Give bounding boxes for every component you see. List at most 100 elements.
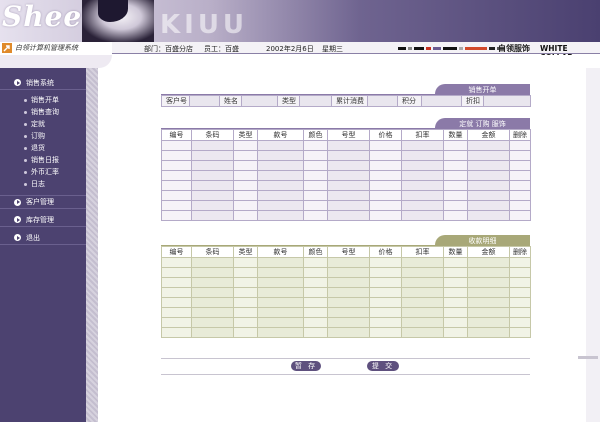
sidebar-group-label: 销售系统 [26,78,54,87]
table-row[interactable] [161,160,531,171]
col-qty: 数量 [443,246,468,258]
sidebar-group-sales[interactable]: 销售系统 [0,76,86,90]
col-rate: 扣率 [401,246,444,258]
table-row[interactable] [161,200,531,211]
col-rate: 扣率 [401,129,444,141]
col-barcode: 条码 [191,129,234,141]
discount-input[interactable] [483,95,531,107]
arrow-icon [2,43,12,53]
col-color: 颜色 [303,129,328,141]
sidebar-item-label: 销售日报 [31,156,59,164]
table-row[interactable] [161,170,531,181]
dot-icon [24,98,27,102]
staff-label: 员工：百盛 [204,45,239,53]
points-input[interactable] [421,95,462,107]
dot-icon [24,110,27,114]
sidebar-group-exit[interactable]: 退出 [0,231,86,245]
sidebar-group-customer[interactable]: 客户管理 [0,195,86,209]
col-style: 款号 [257,129,304,141]
col-price: 价格 [369,129,402,141]
decorative-color-strip [398,47,505,50]
col-style: 款号 [257,246,304,258]
total-spent-label: 累计消费 [331,95,368,107]
scroll-thumb[interactable] [578,356,598,359]
type-label: 类型 [277,95,300,107]
sidebar-item-label: 退货 [31,144,45,152]
header-banner: Shee's KIUU [0,0,600,42]
sidebar: 销售系统 销售开单 销售查询 定就 订购 退货 销售日报 外币汇率 日志 客户管… [0,68,86,422]
table-row[interactable] [161,210,531,221]
right-scroll-area [586,68,600,422]
info-bar: 白领计算机管理系统 部门：百盛分店 员工：百盛 2002年2月6日 星期三 白领… [0,42,600,62]
sidebar-item-label: 日志 [31,180,45,188]
sidebar-group-inventory[interactable]: 库存管理 [0,213,86,227]
sidebar-item-exchange-rate[interactable]: 外币汇率 [0,166,86,178]
dot-icon [24,158,27,162]
table-row[interactable] [161,257,531,268]
arrow-bullet-icon [14,79,21,86]
sidebar-item-label: 销售开单 [31,96,59,104]
arrow-bullet-icon [14,198,21,206]
dot-icon [24,170,27,174]
brand-cn: 白领服饰 [498,44,530,53]
type-input[interactable] [299,95,332,107]
table-row[interactable] [161,277,531,288]
sidebar-item-sale-order[interactable]: 销售开单 [0,94,86,106]
sidebar-item-order[interactable]: 订购 [0,130,86,142]
receipt-items-table: 编号 条码 类型 款号 颜色 号型 价格 扣率 数量 金额 删除 [161,246,531,338]
table-row[interactable] [161,317,531,328]
col-qty: 数量 [443,129,468,141]
col-type: 类型 [233,129,258,141]
save-draft-button[interactable]: 暂 存 [291,361,321,371]
sale-items-table: 编号 条码 类型 款号 颜色 号型 价格 扣率 数量 金额 删除 [161,129,531,221]
col-type: 类型 [233,246,258,258]
table-row[interactable] [161,140,531,151]
dot-icon [24,122,27,126]
button-bar-bottom-rule [161,374,530,375]
table-row[interactable] [161,327,531,338]
table-row[interactable] [161,287,531,298]
dot-icon [24,146,27,150]
store-label: 部门：百盛分店 [144,45,193,53]
system-name: 白领计算机管理系统 [15,44,78,52]
total-spent-input[interactable] [367,95,398,107]
col-delete: 删除 [509,129,531,141]
col-id: 编号 [161,246,192,258]
sidebar-item-label: 外币汇率 [31,168,59,176]
sidebar-item-deposit[interactable]: 定就 [0,118,86,130]
date-label: 2002年2月6日 [266,45,314,53]
table-row[interactable] [161,190,531,201]
sidebar-item-sale-query[interactable]: 销售查询 [0,106,86,118]
sidebar-group-label: 退出 [26,233,40,242]
sidebar-item-label: 订购 [31,132,45,140]
banner-ghost-text: KIUU [160,10,249,40]
system-title: 白领计算机管理系统 [0,42,112,54]
sidebar-item-return[interactable]: 退货 [0,142,86,154]
table-row[interactable] [161,150,531,161]
arrow-bullet-icon [14,216,21,223]
discount-label: 折扣 [461,95,484,107]
table-row[interactable] [161,307,531,318]
customer-info-table: 客户号 姓名 类型 累计消费 积分 折扣 [161,95,531,107]
customer-no-label: 客户号 [161,95,190,107]
dot-icon [24,182,27,186]
table-header-row: 编号 条码 类型 款号 颜色 号型 价格 扣率 数量 金额 删除 [161,246,531,258]
submit-button[interactable]: 提 交 [367,361,399,371]
weekday-label: 星期三 [322,45,343,53]
sidebar-item-daily-report[interactable]: 销售日报 [0,154,86,166]
sidebar-group-label: 库存管理 [26,215,54,224]
name-label: 姓名 [219,95,242,107]
name-input[interactable] [241,95,278,107]
table-row[interactable] [161,180,531,191]
col-color: 颜色 [303,246,328,258]
table-header-row: 编号 条码 类型 款号 颜色 号型 价格 扣率 数量 金额 删除 [161,129,531,141]
col-amount: 金额 [467,129,510,141]
table-row[interactable] [161,297,531,308]
sidebar-cap [0,55,112,68]
sidebar-stripe-divider [86,68,98,422]
arrow-bullet-icon [14,234,21,241]
table-row[interactable] [161,267,531,278]
points-label: 积分 [397,95,422,107]
sidebar-item-log[interactable]: 日志 [0,178,86,190]
customer-no-input[interactable] [189,95,220,107]
